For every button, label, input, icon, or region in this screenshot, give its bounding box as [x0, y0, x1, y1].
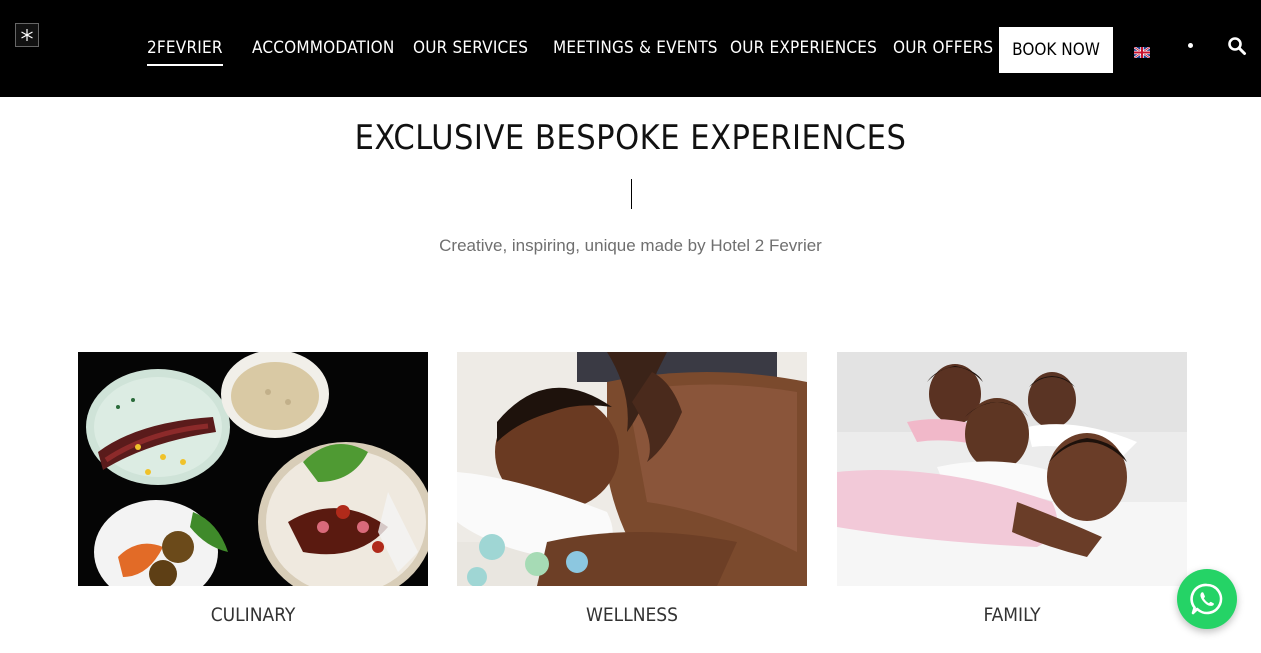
wellness-image: [457, 352, 807, 586]
card-label-family: FAMILY: [983, 604, 1041, 626]
whatsapp-icon: [1190, 583, 1223, 615]
section-subtitle: Creative, inspiring, unique made by Hote…: [439, 236, 822, 255]
hotel-logo[interactable]: [15, 23, 39, 47]
nav-item-accommodation[interactable]: ACCOMMODATION: [252, 38, 395, 64]
asterisk-logo-icon: [21, 29, 33, 41]
experience-card-wellness[interactable]: WELLNESS: [457, 352, 807, 626]
whatsapp-chat-button[interactable]: [1177, 569, 1237, 629]
nav-item-our-services[interactable]: OUR SERVICES: [413, 38, 528, 64]
top-navbar: 2FEVRIER ACCOMMODATION OUR SERVICES MEET…: [0, 0, 1261, 97]
card-label-culinary: CULINARY: [210, 604, 296, 626]
experience-card-family[interactable]: FAMILY: [837, 352, 1187, 626]
nav-item-meetings-events[interactable]: MEETINGS & EVENTS: [553, 38, 718, 64]
card-label-wellness: WELLNESS: [585, 604, 679, 626]
nav-item-our-offers[interactable]: OUR OFFERS: [893, 38, 993, 64]
culinary-image: [78, 352, 428, 586]
nav-item-our-experiences[interactable]: OUR EXPERIENCES: [730, 38, 877, 64]
title-divider: [631, 179, 632, 209]
book-now-button[interactable]: BOOK NOW: [999, 27, 1113, 73]
search-icon[interactable]: [1227, 36, 1247, 56]
section-title: EXCLUSIVE BESPOKE EXPERIENCES: [354, 118, 907, 158]
menu-dot-icon[interactable]: [1188, 43, 1193, 48]
uk-flag-icon[interactable]: [1134, 47, 1150, 58]
experience-card-culinary[interactable]: CULINARY: [78, 352, 428, 626]
family-image: [837, 352, 1187, 586]
nav-item-2fevrier[interactable]: 2FEVRIER: [147, 38, 223, 66]
